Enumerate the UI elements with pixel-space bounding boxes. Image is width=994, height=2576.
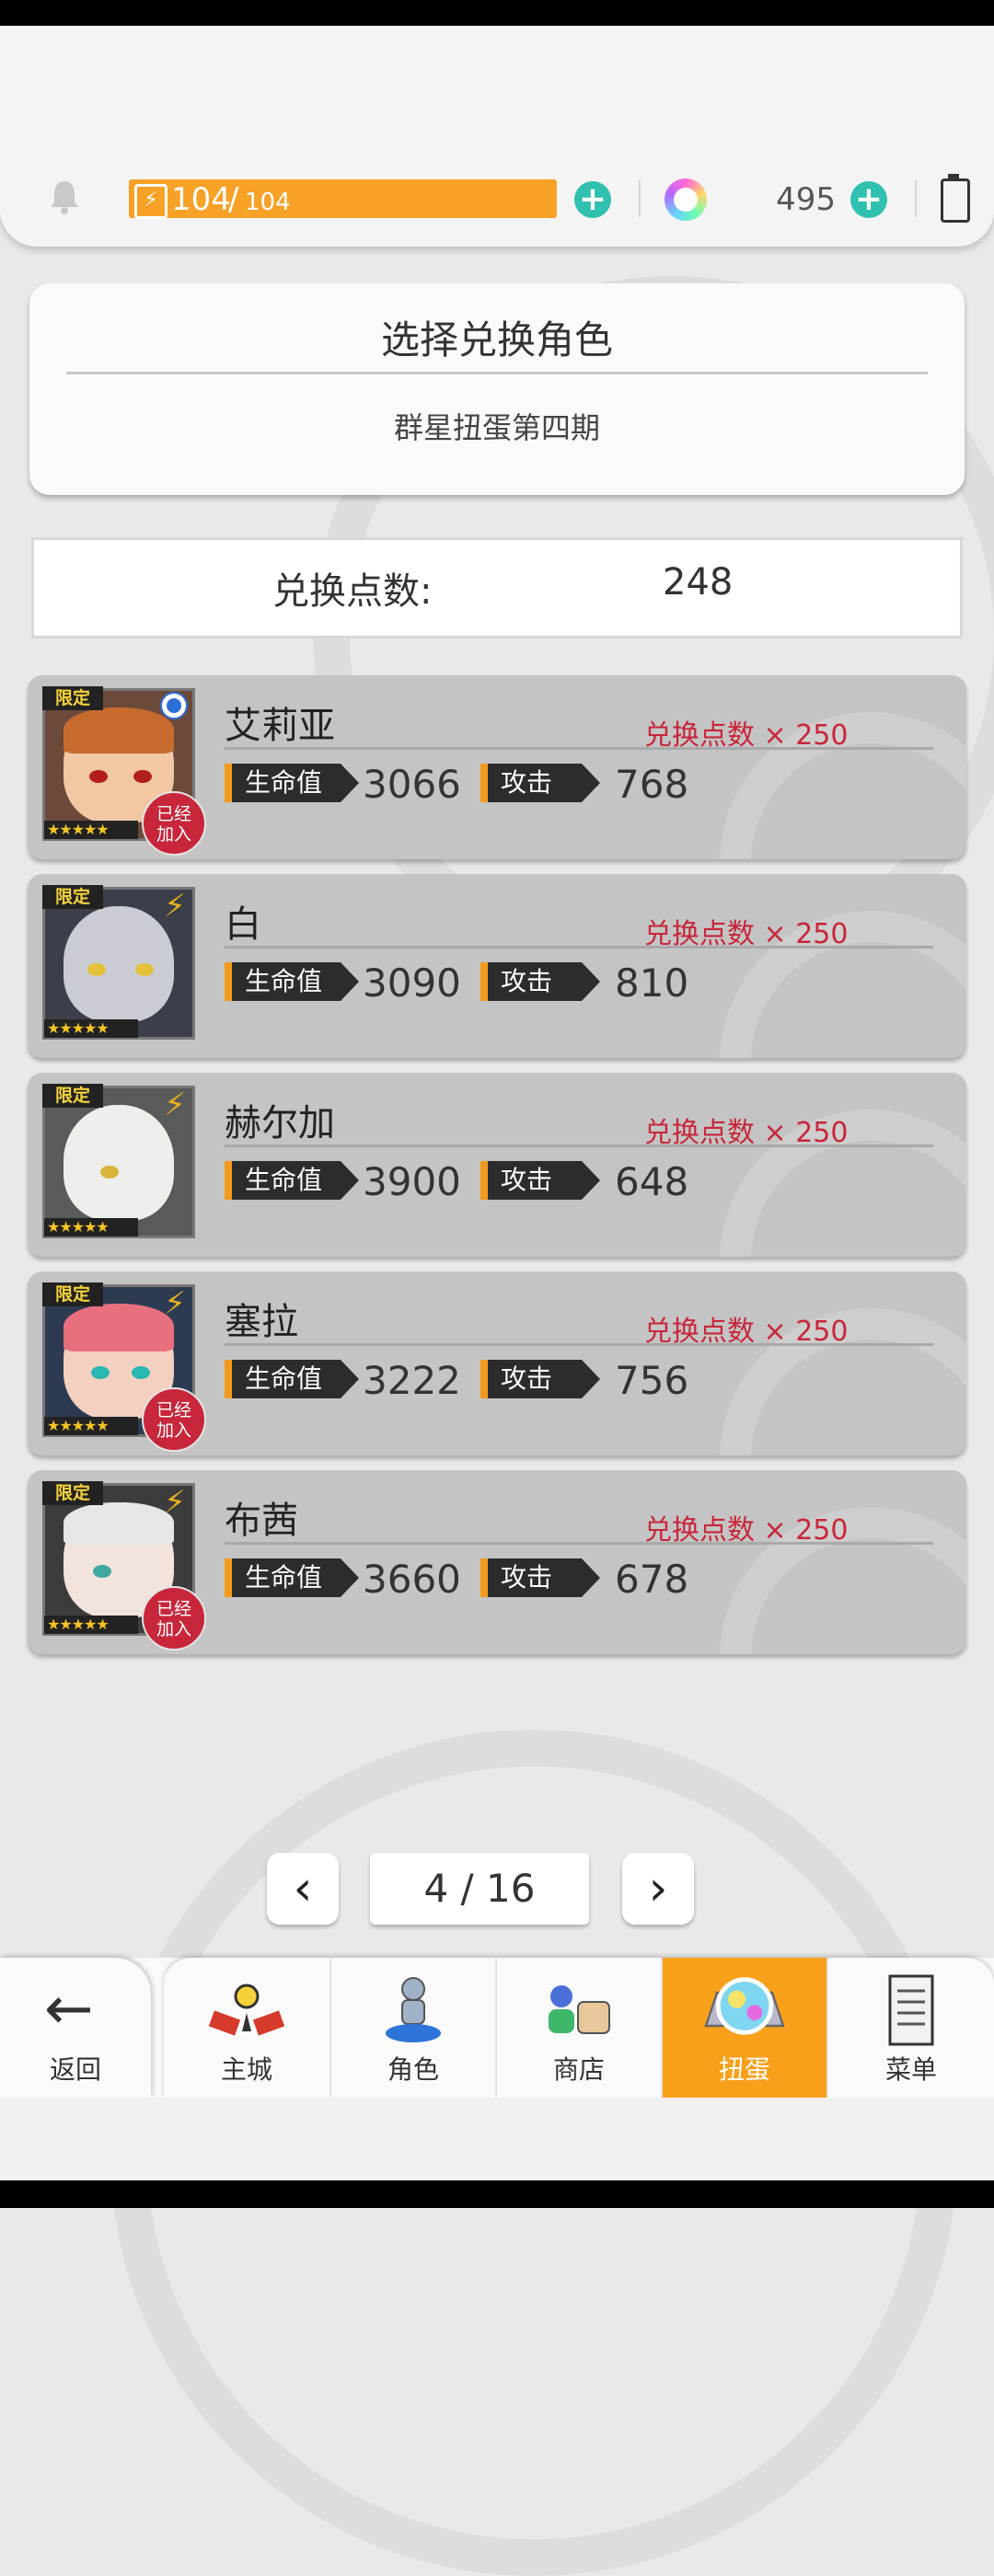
system-status-bar	[0, 0, 994, 26]
lightning-icon: ⚡	[164, 1484, 186, 1521]
selected-radio-icon[interactable]	[160, 692, 188, 719]
hp-label: 生命值	[225, 962, 359, 1001]
hp-value: 3066	[363, 762, 461, 807]
battery-icon	[941, 178, 970, 223]
lightning-icon: ⚡	[164, 888, 186, 925]
star-rating: ★★★★★	[44, 1417, 138, 1435]
hp-label: 生命值	[225, 1558, 359, 1597]
row-divider	[225, 946, 933, 949]
hp-label: 生命值	[225, 764, 359, 802]
character-name: 布茜	[225, 1500, 298, 1542]
tab-label: 扭蛋	[718, 2054, 770, 2085]
star-rating: ★★★★★	[44, 1019, 138, 1038]
character-name: 塞拉	[225, 1301, 298, 1343]
attack-label: 攻击	[480, 1558, 600, 1597]
bell-icon[interactable]	[48, 178, 81, 215]
character-row[interactable]: 限定 ★★★★★ ⚡ 白 兑换点数 × 250 生命值 3090 攻击 810	[28, 874, 966, 1058]
back-label: 返回	[49, 2054, 101, 2085]
joined-badge: 已经 加入	[142, 1387, 206, 1452]
limited-badge: 限定	[42, 1282, 103, 1306]
menu-list-icon	[888, 1974, 934, 2046]
hp-value: 3090	[363, 960, 461, 1006]
character-row[interactable]: 限定 ★★★★★ ⚡ 已经 加入 塞拉 兑换点数 × 250 生命值 3222 …	[28, 1271, 966, 1455]
divider	[915, 180, 917, 217]
character-row[interactable]: 限定 ★★★★★ ⚡ 赫尔加 兑换点数 × 250 生命值 3900 攻击 64…	[28, 1073, 966, 1257]
character-row[interactable]: 限定 ★★★★★ ⚡ 已经 加入 布茜 兑换点数 × 250 生命值 3660 …	[28, 1470, 966, 1654]
lightning-icon: ⚡	[134, 184, 168, 219]
row-divider	[225, 747, 933, 750]
system-bottom-bar	[0, 2180, 994, 2208]
navigation-gesture-area	[0, 2098, 994, 2180]
character-name: 艾莉亚	[225, 705, 335, 747]
divider	[639, 180, 641, 217]
lightning-icon: ⚡	[164, 1285, 186, 1322]
attack-value: 768	[615, 762, 689, 807]
hp-value: 3222	[363, 1358, 461, 1403]
tab-characters[interactable]: 角色	[329, 1958, 495, 2098]
row-divider	[225, 1144, 933, 1147]
attack-label: 攻击	[480, 962, 600, 1001]
limited-badge: 限定	[42, 686, 103, 710]
next-page-button[interactable]: ›	[622, 1853, 694, 1925]
title-divider	[66, 372, 928, 374]
limited-badge: 限定	[42, 1481, 103, 1505]
star-rating: ★★★★★	[44, 821, 138, 839]
character-figure-icon	[386, 1977, 441, 2042]
add-gem-button[interactable]: +	[850, 181, 887, 218]
shop-bag-icon	[549, 1985, 610, 2034]
attack-label: 攻击	[480, 764, 600, 802]
attack-value: 648	[615, 1159, 689, 1204]
previous-page-button[interactable]: ‹	[267, 1853, 339, 1925]
page-subtitle: 群星扭蛋第四期	[393, 410, 600, 445]
energy-current: 104	[171, 181, 231, 218]
exchange-points-value: 248	[663, 561, 734, 604]
star-rating: ★★★★★	[44, 1616, 138, 1634]
gacha-orb-icon	[704, 1977, 785, 2035]
attack-label: 攻击	[480, 1161, 600, 1200]
energy-separator: /	[228, 181, 239, 218]
attack-value: 810	[615, 960, 689, 1006]
hp-label: 生命值	[225, 1360, 359, 1398]
tab-gacha[interactable]: 扭蛋	[661, 1958, 826, 2098]
character-name: 白	[225, 903, 261, 946]
limited-badge: 限定	[42, 885, 103, 909]
joined-badge: 已经 加入	[142, 1586, 206, 1650]
energy-max: 104	[245, 189, 291, 216]
hp-label: 生命值	[225, 1161, 359, 1200]
tab-shop[interactable]: 商店	[495, 1958, 661, 2098]
tab-label: 主城	[220, 2054, 272, 2085]
hp-value: 3660	[363, 1557, 461, 1602]
character-name: 赫尔加	[225, 1102, 335, 1144]
exchange-points-label: 兑换点数:	[272, 570, 433, 613]
attack-value: 678	[615, 1557, 689, 1602]
tab-menu[interactable]: 菜单	[826, 1958, 994, 2098]
back-arrow-icon: ←	[44, 1975, 94, 2043]
tab-main-city[interactable]: 主城	[164, 1958, 329, 2098]
attack-label: 攻击	[480, 1360, 600, 1398]
page-indicator: 4 / 16	[370, 1853, 589, 1925]
add-energy-button[interactable]: +	[574, 181, 611, 218]
attack-value: 756	[615, 1358, 689, 1403]
tab-label: 菜单	[884, 2054, 937, 2085]
character-row[interactable]: 限定 ★★★★★ 已经 加入 艾莉亚 兑换点数 × 250 生命值 3066 攻…	[28, 675, 966, 859]
star-rating: ★★★★★	[44, 1218, 138, 1236]
gem-count: 495	[776, 181, 836, 218]
exchange-points-box	[31, 537, 963, 638]
row-divider	[225, 1542, 933, 1545]
limited-badge: 限定	[42, 1084, 103, 1108]
hp-value: 3900	[363, 1159, 461, 1204]
page-title: 选择兑换角色	[380, 317, 613, 362]
gem-icon-center	[674, 188, 698, 212]
tab-label: 商店	[552, 2054, 605, 2085]
joined-badge: 已经 加入	[142, 791, 206, 856]
castle-icon	[208, 1984, 285, 2036]
lightning-icon: ⚡	[164, 1087, 186, 1123]
tab-label: 角色	[387, 2054, 439, 2085]
row-divider	[225, 1343, 933, 1346]
